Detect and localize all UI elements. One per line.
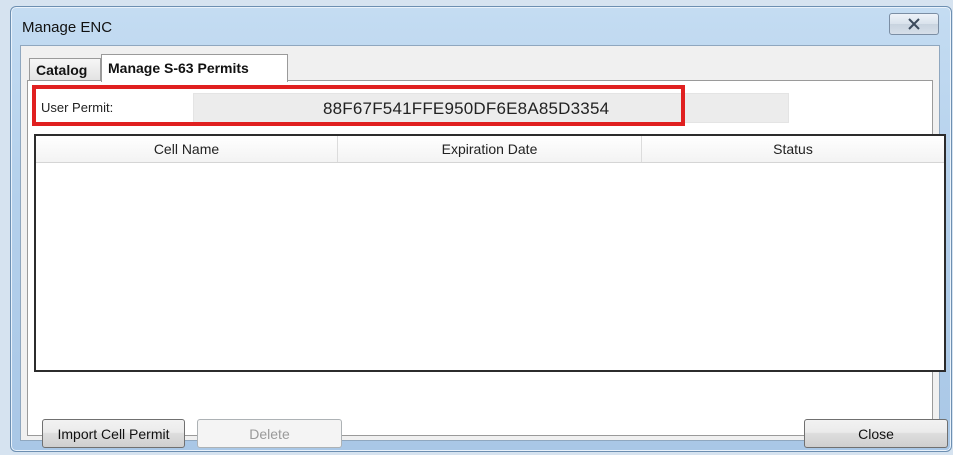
highlight-annotation bbox=[32, 85, 685, 126]
column-header-expiration-date[interactable]: Expiration Date bbox=[338, 136, 642, 162]
dialog-client-area: Catalog Manage S-63 Permits User Permit:… bbox=[20, 45, 948, 448]
import-cell-permit-button[interactable]: Import Cell Permit bbox=[42, 419, 185, 448]
close-icon bbox=[908, 18, 920, 30]
column-header-cell-name[interactable]: Cell Name bbox=[36, 136, 338, 162]
table-header: Cell Name Expiration Date Status bbox=[36, 136, 944, 163]
tab-panel: User Permit: 88F67F541FFE950DF6E8A85D335… bbox=[27, 80, 948, 448]
column-header-status[interactable]: Status bbox=[642, 136, 944, 162]
title-bar[interactable]: Manage ENC bbox=[11, 7, 951, 45]
permits-table[interactable]: Cell Name Expiration Date Status bbox=[34, 134, 946, 372]
tab-catalog[interactable]: Catalog bbox=[29, 58, 101, 80]
delete-button[interactable]: Delete bbox=[197, 419, 342, 448]
window-close-button[interactable] bbox=[889, 13, 939, 35]
close-button[interactable]: Close bbox=[804, 419, 948, 448]
manage-enc-window: Manage ENC Catalog Manage S-63 Permits U… bbox=[10, 6, 952, 452]
tab-manage-s63-permits[interactable]: Manage S-63 Permits bbox=[101, 54, 288, 82]
window-title: Manage ENC bbox=[22, 19, 113, 36]
user-permit-row: User Permit: 88F67F541FFE950DF6E8A85D335… bbox=[28, 81, 932, 131]
